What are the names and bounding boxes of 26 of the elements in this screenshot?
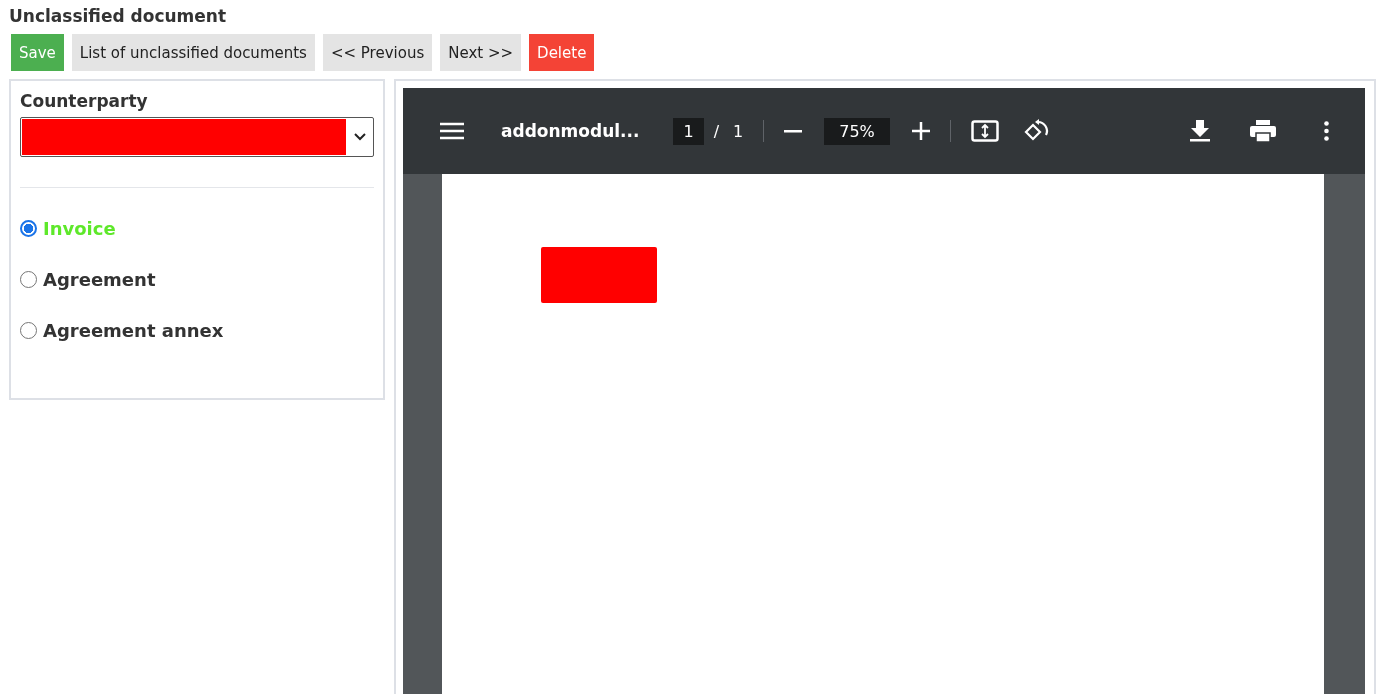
- page-separator: /: [713, 121, 720, 141]
- radio-button[interactable]: [20, 322, 37, 339]
- page-count: 1: [733, 121, 744, 141]
- radio-button[interactable]: [20, 271, 37, 288]
- counterparty-select[interactable]: [20, 117, 374, 157]
- page-title: Unclassified document: [9, 6, 228, 28]
- print-icon[interactable]: [1250, 120, 1276, 142]
- chevron-down-icon: [354, 133, 366, 141]
- more-icon[interactable]: [1324, 121, 1329, 141]
- toolbar-button[interactable]: Delete: [529, 34, 595, 71]
- zoom-field[interactable]: 75%: [824, 117, 890, 145]
- radio-label: Invoice: [43, 218, 116, 239]
- toolbar-button[interactable]: << Previous: [322, 34, 433, 71]
- file-name: addonmodul...: [501, 121, 640, 141]
- fit-page-icon[interactable]: [970, 120, 999, 142]
- page-input[interactable]: 1: [673, 117, 704, 145]
- radio-label: Agreement: [43, 269, 156, 290]
- menu-icon[interactable]: [439, 122, 465, 140]
- radio-button[interactable]: [20, 220, 37, 237]
- toolbar-button[interactable]: List of unclassified documents: [71, 34, 315, 71]
- toolbar-button[interactable]: Next >>: [440, 34, 522, 71]
- zoom-in-icon[interactable]: [911, 122, 930, 140]
- radio-label: Agreement annex: [43, 320, 224, 341]
- field-label: Counterparty: [20, 91, 149, 111]
- download-icon[interactable]: [1190, 120, 1210, 142]
- zoom-out-icon[interactable]: [784, 129, 803, 133]
